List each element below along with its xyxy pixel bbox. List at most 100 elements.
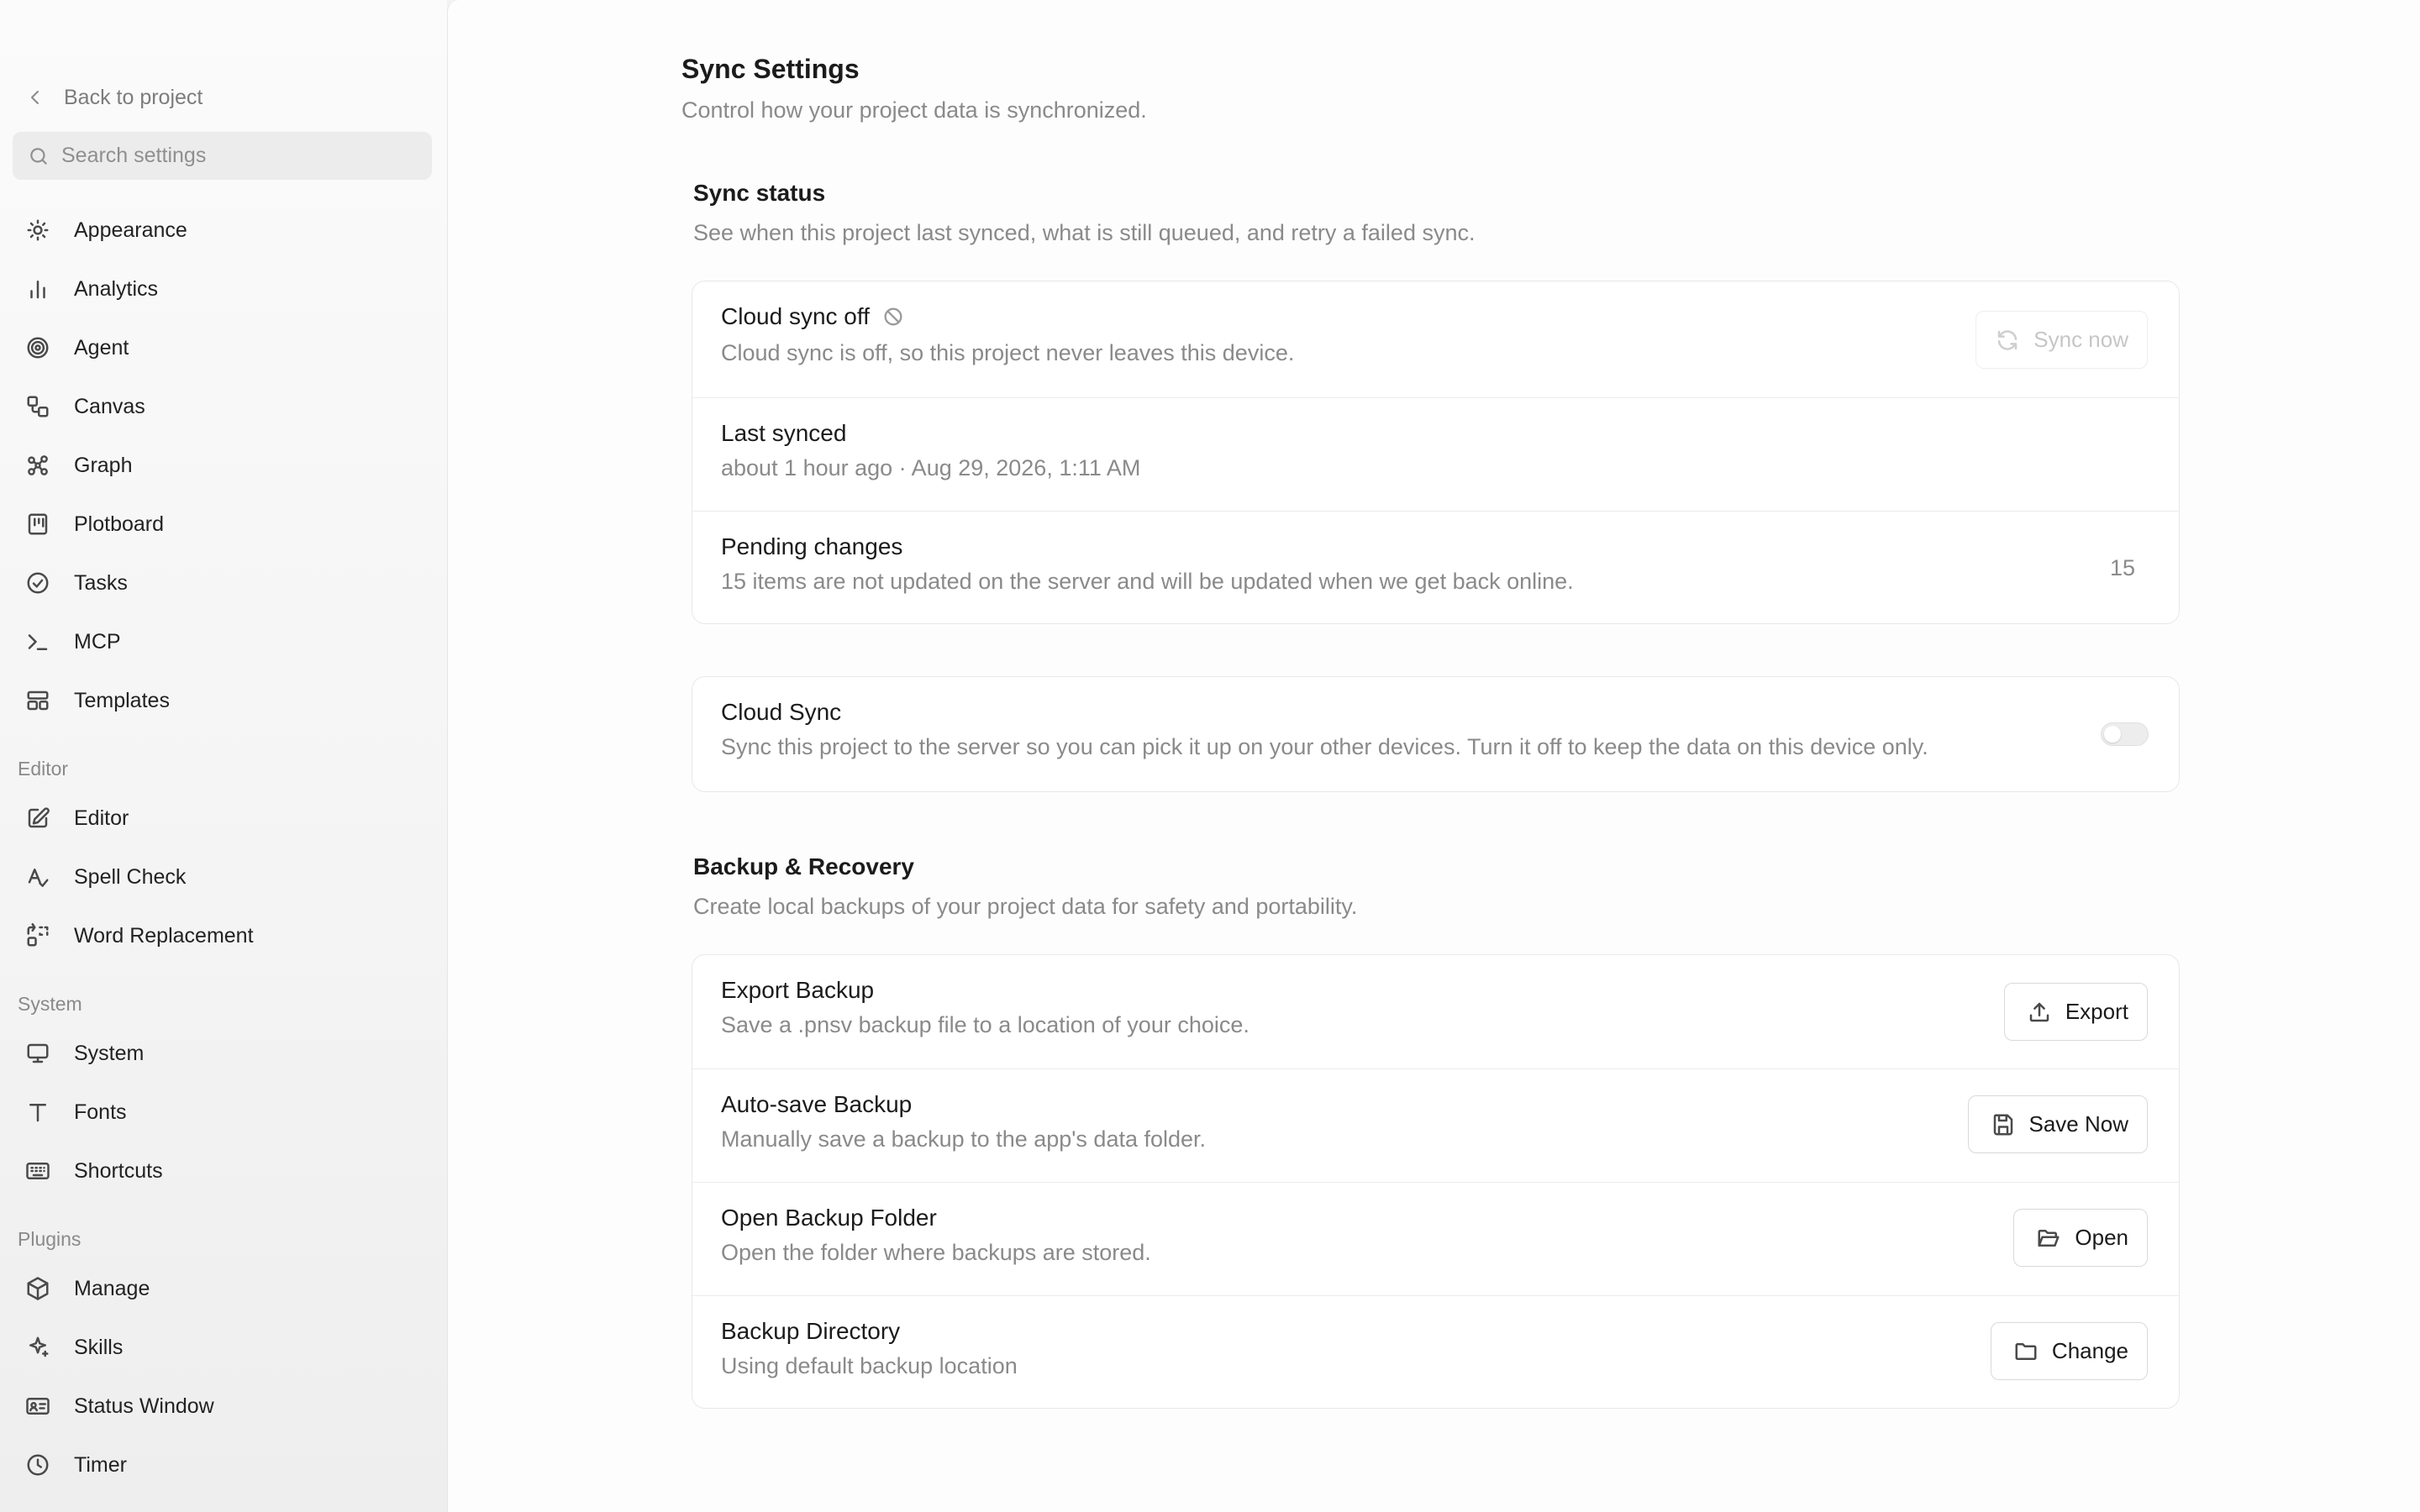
search-box[interactable] (13, 132, 432, 180)
sidebar-item-label: Manage (74, 1276, 150, 1300)
layout-icon (27, 690, 49, 711)
change-label: Change (2051, 1338, 2128, 1363)
cloud-sync-title: Cloud Sync (721, 699, 842, 725)
sun-icon (27, 219, 49, 241)
last-synced-row: Last synced about 1 hour ago · Aug 29, 2… (692, 397, 2179, 511)
package-icon (27, 1277, 49, 1300)
bar-chart-icon (30, 281, 45, 299)
last-synced-value: about 1 hour ago · Aug 29, 2026, 1:11 AM (721, 455, 1141, 480)
sidebar-item-status-window[interactable]: Status Window (25, 1385, 429, 1427)
export-backup-desc: Save a .pnsv backup file to a location o… (721, 1012, 1249, 1037)
sidebar-item-timer[interactable]: Timer (25, 1444, 429, 1486)
sidebar-item-label: Word Replacement (74, 923, 254, 948)
save-now-button[interactable]: Save Now (1967, 1095, 2148, 1153)
sidebar-item-system[interactable]: System (25, 1032, 429, 1074)
keyboard-icon (26, 1163, 50, 1179)
sidebar-item-label: Plotboard (74, 512, 165, 536)
sync-status-title: Sync status (693, 180, 826, 206)
sidebar-item-templates[interactable]: Templates (25, 680, 429, 722)
export-backup-row: Export Backup Save a .pnsv backup file t… (692, 955, 2179, 1068)
back-label: Back to project (64, 85, 203, 109)
auto-save-backup-desc: Manually save a backup to the app's data… (721, 1126, 1207, 1152)
sidebar-item-shortcuts[interactable]: Shortcuts (25, 1150, 429, 1192)
sidebar-item-editor[interactable]: Editor (25, 797, 429, 839)
cloud-sync-toggle[interactable] (2101, 722, 2149, 746)
sidebar-item-label: Timer (74, 1452, 127, 1477)
graph-icon (28, 455, 48, 475)
auto-save-backup-title: Auto-save Backup (721, 1091, 913, 1117)
export-button[interactable]: Export (2003, 983, 2148, 1041)
export-label: Export (2065, 999, 2128, 1024)
search-icon (30, 147, 47, 165)
page-subtitle: Control how your project data is synchro… (681, 97, 1147, 123)
backup-card: Export Backup Save a .pnsv backup file t… (692, 954, 2180, 1409)
sync-status-card: Cloud sync off Cloud sync is off, so thi… (692, 281, 2180, 624)
sidebar-item-skills[interactable]: Skills (25, 1326, 429, 1368)
sidebar-item-fonts[interactable]: Fonts (25, 1091, 429, 1133)
ban-icon (884, 307, 902, 326)
upload-icon (2029, 1002, 2049, 1021)
search-input[interactable] (61, 144, 414, 168)
sidebar-item-tasks[interactable]: Tasks (25, 562, 429, 604)
cloud-sync-row: Cloud Sync Sync this project to the serv… (692, 677, 2179, 791)
cloud-sync-off-desc: Cloud sync is off, so this project never… (721, 340, 1295, 365)
sidebar-item-plotboard[interactable]: Plotboard (25, 503, 429, 545)
open-backup-folder-desc: Open the folder where backups are stored… (721, 1240, 1151, 1265)
pending-changes-title: Pending changes (721, 533, 903, 559)
terminal-icon (28, 634, 48, 650)
section-label-editor: Editor (18, 758, 69, 780)
sidebar-item-label: Spell Check (74, 864, 187, 889)
sync-status-subtitle: See when this project last synced, what … (693, 220, 1476, 245)
sidebar-item-label: Status Window (74, 1394, 214, 1418)
section-label-plugins: Plugins (18, 1228, 82, 1250)
cloud-sync-off-title: Cloud sync off (721, 303, 870, 329)
toggle-knob (2104, 726, 2121, 743)
sidebar-item-manage[interactable]: Manage (25, 1268, 429, 1310)
section-label-system: System (18, 993, 82, 1015)
backup-directory-row: Backup Directory Using default backup lo… (692, 1295, 2179, 1408)
settings-sidebar: Back to project Appearance Analytics Age… (0, 0, 447, 1512)
spiral-icon (27, 337, 49, 359)
folder-open-icon (2038, 1229, 2060, 1247)
sidebar-item-graph[interactable]: Graph (25, 444, 429, 486)
sidebar-item-appearance[interactable]: Appearance (25, 209, 429, 251)
sidebar-item-canvas[interactable]: Canvas (25, 386, 429, 428)
open-button[interactable]: Open (2013, 1209, 2148, 1267)
change-button[interactable]: Change (1990, 1322, 2148, 1380)
sync-now-label: Sync now (2033, 327, 2128, 352)
pending-changes-desc: 15 items are not updated on the server a… (721, 569, 1574, 594)
back-to-project-link[interactable]: Back to project (25, 81, 203, 114)
pending-changes-row: Pending changes 15 items are not updated… (692, 511, 2179, 623)
folder-icon (2015, 1342, 2037, 1360)
check-circle-icon (27, 572, 49, 594)
replace-icon (27, 923, 49, 947)
backup-title: Backup & Recovery (693, 853, 915, 879)
sidebar-item-agent[interactable]: Agent (25, 327, 429, 369)
open-backup-folder-title: Open Backup Folder (721, 1205, 937, 1231)
sidebar-item-label: Appearance (74, 218, 187, 242)
open-backup-folder-row: Open Backup Folder Open the folder where… (692, 1182, 2179, 1295)
sync-now-button[interactable]: Sync now (1975, 311, 2148, 369)
cloud-sync-card: Cloud Sync Sync this project to the serv… (692, 676, 2180, 792)
page-title: Sync Settings (681, 54, 860, 84)
sidebar-item-analytics[interactable]: Analytics (25, 268, 429, 310)
cloud-sync-off-row: Cloud sync off Cloud sync is off, so thi… (692, 281, 2179, 397)
cloud-sync-desc: Sync this project to the server so you c… (721, 734, 1928, 759)
board-icon (28, 513, 48, 535)
sidebar-item-label: Tasks (74, 570, 128, 595)
sidebar-item-label: Editor (74, 806, 129, 830)
sidebar-item-label: Fonts (74, 1100, 127, 1124)
sidebar-item-spell-check[interactable]: Spell Check (25, 856, 429, 898)
sidebar-item-label: System (74, 1041, 145, 1065)
last-synced-title: Last synced (721, 420, 847, 446)
export-backup-title: Export Backup (721, 977, 875, 1003)
spell-check-icon (28, 869, 49, 887)
sidebar-item-label: Analytics (74, 276, 159, 301)
pending-count: 15 (2109, 555, 2135, 580)
sidebar-item-word-replacement[interactable]: Word Replacement (25, 915, 429, 957)
sidebar-item-mcp[interactable]: MCP (25, 621, 429, 663)
sparkle-icon (29, 1336, 49, 1357)
auto-save-backup-row: Auto-save Backup Manually save a backup … (692, 1068, 2179, 1182)
sidebar-item-label: Templates (74, 688, 170, 712)
shapes-icon (27, 396, 49, 417)
